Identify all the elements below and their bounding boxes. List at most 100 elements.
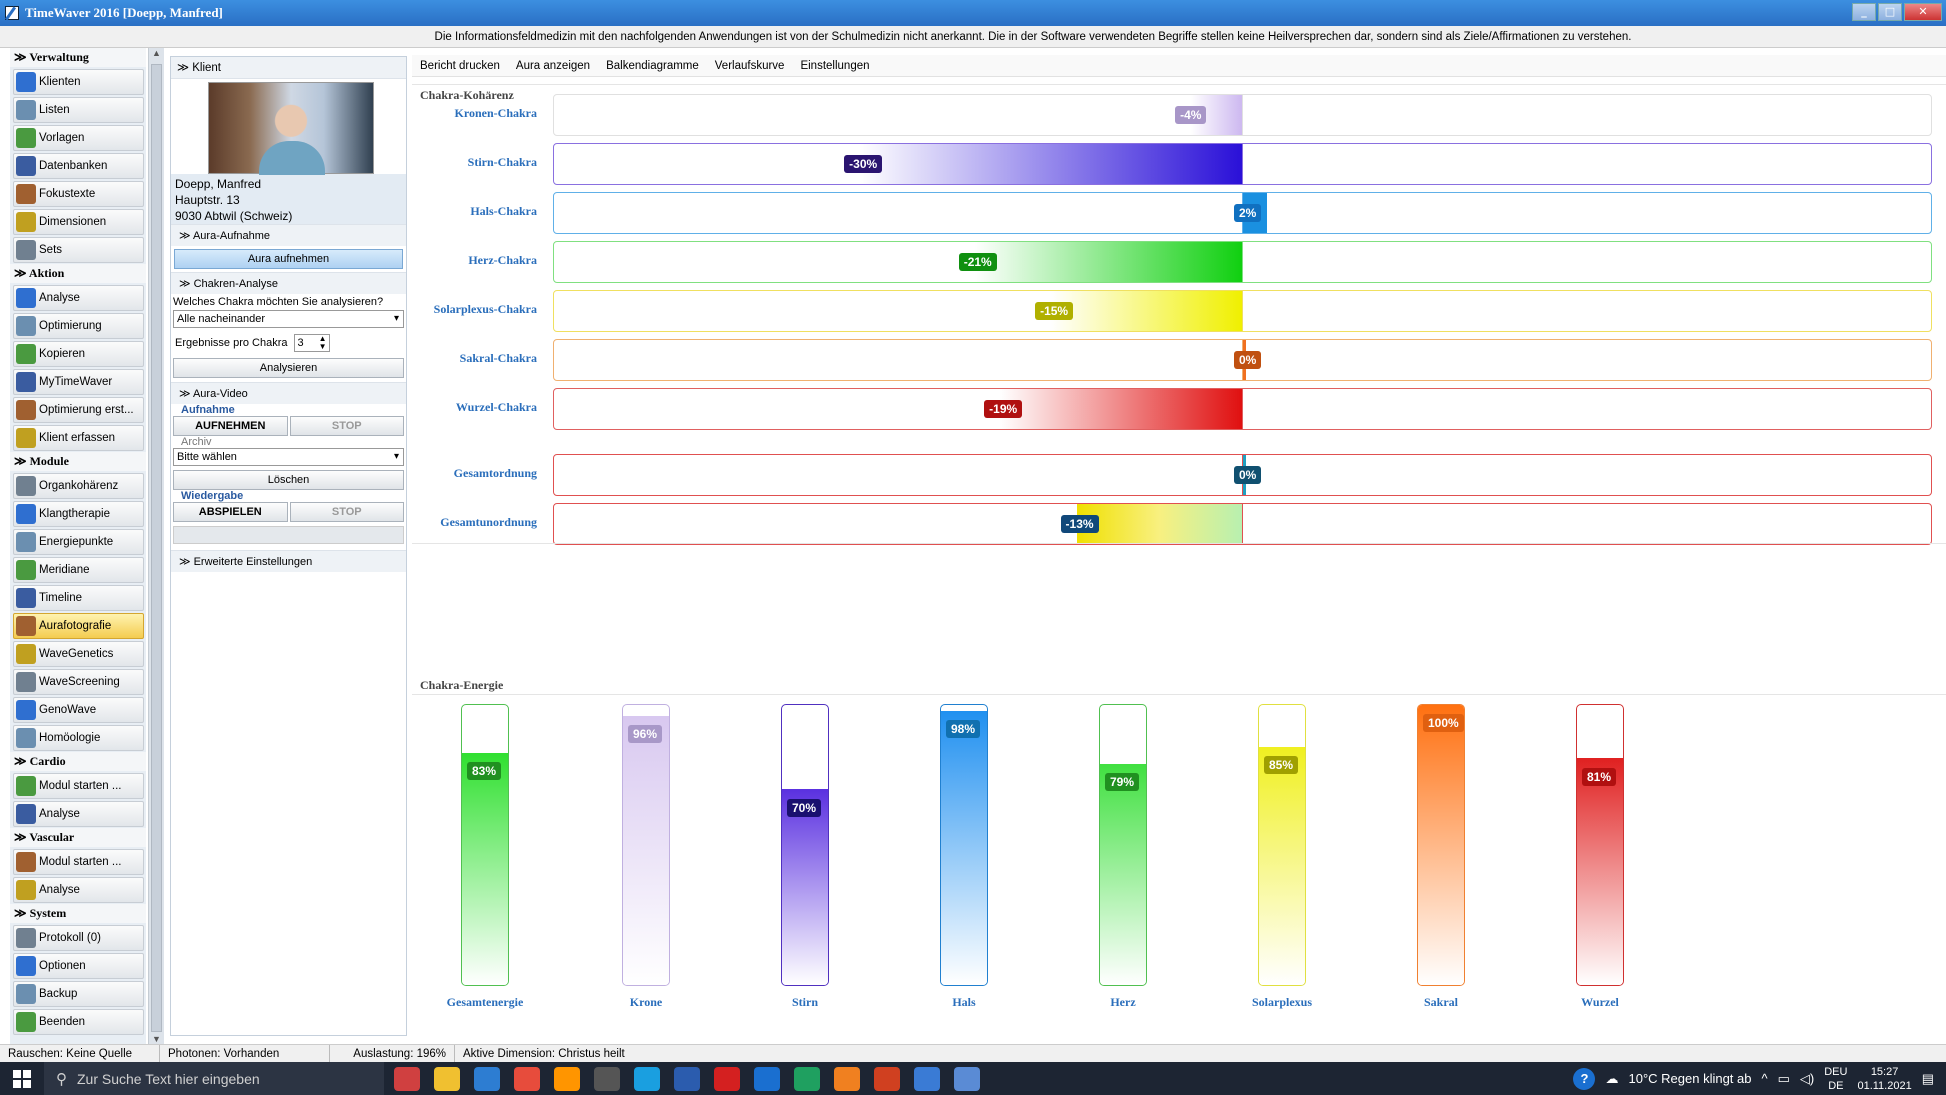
coherence-row: Wurzel-Chakra -19% [412,386,1932,432]
maximize-button[interactable]: □ [1878,3,1902,21]
notification-icon[interactable]: ▤ [1922,1071,1934,1087]
taskbar-app-icon[interactable] [474,1066,500,1091]
stop-play-button[interactable]: STOP [289,502,404,522]
taskbar-app-icon[interactable] [714,1066,740,1091]
weather-text[interactable]: 10°C Regen klingt ab [1628,1071,1751,1086]
chakren-analyse-section[interactable]: ≫ Chakren-Analyse [171,272,406,294]
stepper-arrows-icon[interactable]: ▲ ▼ [319,335,327,351]
nav-item-module-4[interactable]: Timeline [13,585,144,611]
taskbar-search[interactable]: ⚲ Zur Suche Text hier eingeben [44,1062,384,1095]
analysieren-button[interactable]: Analysieren [173,358,404,378]
nav-item-verwaltung-0[interactable]: Klienten [13,69,144,95]
left-nav-scrollbar[interactable]: ▲ ▼ [148,48,164,1048]
nav-item-verwaltung-3[interactable]: Datenbanken [13,153,144,179]
loeschen-button[interactable]: Löschen [173,470,404,490]
stop-record-button[interactable]: STOP [289,416,404,436]
nav-section-verwaltung[interactable]: ≫ Verwaltung [10,48,146,67]
aura-aufnehmen-button[interactable]: Aura aufnehmen [174,249,403,269]
windows-logo-icon [13,1069,31,1088]
nav-item-module-7[interactable]: WaveScreening [13,669,144,695]
taskbar-app-icon[interactable] [634,1066,660,1091]
nav-item-icon [16,804,36,824]
tray-chevron-icon[interactable]: ^ [1761,1071,1767,1086]
nav-item-verwaltung-4[interactable]: Fokustexte [13,181,144,207]
taskbar-app-icon[interactable] [514,1066,540,1091]
nav-section-aktion[interactable]: ≫ Aktion [10,264,146,283]
nav-item-verwaltung-5[interactable]: Dimensionen [13,209,144,235]
chevron-down-icon: ≫ [14,906,30,920]
start-button[interactable] [0,1062,44,1095]
nav-section-cardio[interactable]: ≫ Cardio [10,752,146,771]
chakra-select[interactable]: Alle nacheinander [173,310,404,328]
taskbar-app-icon[interactable] [594,1066,620,1091]
nav-section-vascular[interactable]: ≫ Vascular [10,828,146,847]
nav-item-module-3[interactable]: Meridiane [13,557,144,583]
nav-section-module[interactable]: ≫ Module [10,452,146,471]
nav-item-module-9[interactable]: Homöologie [13,725,144,751]
network-icon[interactable]: ▭ [1778,1071,1790,1087]
toolbar-item-2[interactable]: Balkendiagramme [598,60,707,72]
taskbar-app-icon[interactable] [674,1066,700,1091]
taskbar-app-icon[interactable] [554,1066,580,1091]
nav-section-system[interactable]: ≫ System [10,904,146,923]
toolbar-item-1[interactable]: Aura anzeigen [508,60,598,72]
close-button[interactable]: ✕ [1904,3,1942,21]
taskbar-app-icon[interactable] [794,1066,820,1091]
chevron-down-icon: ≫ [179,278,194,290]
aura-video-section[interactable]: ≫ Aura-Video [171,382,406,404]
nav-item-system-2[interactable]: Backup [13,981,144,1007]
nav-item-aktion-2[interactable]: Kopieren [13,341,144,367]
nav-item-system-3[interactable]: Beenden [13,1009,144,1035]
nav-item-vascular-1[interactable]: Analyse [13,877,144,903]
nav-item-module-5[interactable]: Aurafotografie [13,613,144,639]
nav-item-verwaltung-1[interactable]: Listen [13,97,144,123]
clock[interactable]: 15:27 01.11.2021 [1857,1065,1911,1093]
nav-item-module-6[interactable]: WaveGenetics [13,641,144,667]
taskbar-app-icon[interactable] [754,1066,780,1091]
taskbar-app-icon[interactable] [834,1066,860,1091]
nav-item-aktion-3[interactable]: MyTimeWaver [13,369,144,395]
nav-item-cardio-0[interactable]: Modul starten ... [13,773,144,799]
help-icon[interactable]: ? [1573,1067,1596,1090]
scroll-up-icon[interactable]: ▲ [149,48,164,62]
nav-item-module-8[interactable]: GenoWave [13,697,144,723]
nav-item-vascular-0[interactable]: Modul starten ... [13,849,144,875]
chevron-down-icon: ≫ [14,454,30,468]
klient-header[interactable]: ≫ Klient [171,57,406,79]
scroll-thumb[interactable] [151,64,162,1032]
nav-item-aktion-4[interactable]: Optimierung erst... [13,397,144,423]
toolbar-item-4[interactable]: Einstellungen [792,60,877,72]
erweiterte-einstellungen-section[interactable]: ≫ Erweiterte Einstellungen [171,550,406,572]
nav-item-aktion-0[interactable]: Analyse [13,285,144,311]
taskbar-app-icon[interactable] [914,1066,940,1091]
energy-column: 85% Solarplexus [1219,700,1339,1030]
windows-taskbar: ⚲ Zur Suche Text hier eingeben ? ☁ 10°C R… [0,1062,1946,1095]
taskbar-app-icon[interactable] [434,1066,460,1091]
ergebnisse-stepper[interactable]: 3 ▲ ▼ [293,334,330,352]
aufnehmen-button[interactable]: AUFNEHMEN [173,416,288,436]
archiv-select[interactable]: Bitte wählen [173,448,404,466]
chevron-down-icon: ≫ [14,830,30,844]
speaker-icon[interactable]: ◁) [1800,1071,1814,1087]
nav-item-aktion-1[interactable]: Optimierung [13,313,144,339]
nav-item-verwaltung-2[interactable]: Vorlagen [13,125,144,151]
toolbar-item-3[interactable]: Verlaufskurve [707,60,793,72]
nav-item-aktion-5[interactable]: Klient erfassen [13,425,144,451]
aura-aufnahme-section[interactable]: ≫ Aura-Aufnahme [171,224,406,246]
nav-item-module-2[interactable]: Energiepunkte [13,529,144,555]
energy-column: 96% Krone [583,700,703,1030]
toolbar-item-0[interactable]: Bericht drucken [412,60,508,72]
nav-item-system-1[interactable]: Optionen [13,953,144,979]
minimize-button[interactable]: _ [1852,3,1876,21]
nav-item-module-0[interactable]: Organkohärenz [13,473,144,499]
nav-item-verwaltung-6[interactable]: Sets [13,237,144,263]
language-indicator[interactable]: DEU DE [1824,1065,1847,1093]
energy-column: 98% Hals [901,700,1021,1030]
nav-item-cardio-1[interactable]: Analyse [13,801,144,827]
abspielen-button[interactable]: ABSPIELEN [173,502,288,522]
taskbar-app-icon[interactable] [954,1066,980,1091]
taskbar-app-icon[interactable] [394,1066,420,1091]
nav-item-module-1[interactable]: Klangtherapie [13,501,144,527]
nav-item-system-0[interactable]: Protokoll (0) [13,925,144,951]
taskbar-app-icon[interactable] [874,1066,900,1091]
